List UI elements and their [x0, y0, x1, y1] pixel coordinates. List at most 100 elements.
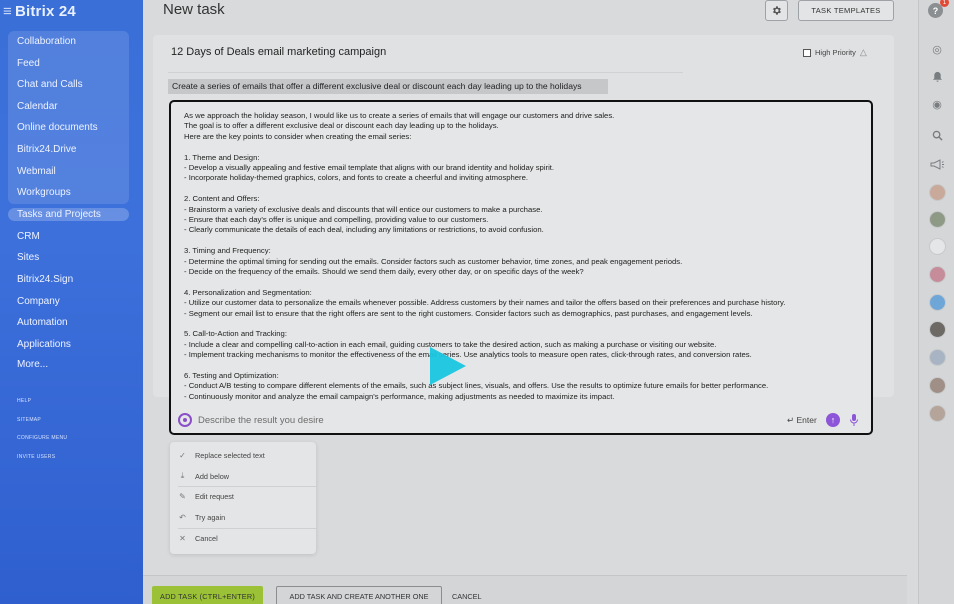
title-divider — [168, 72, 683, 73]
undo-icon: ↶ — [179, 513, 186, 522]
sidebar-item-chat[interactable]: Chat and Calls — [17, 79, 83, 90]
sidebar-item-applications[interactable]: Applications — [17, 339, 71, 350]
ai-generated-text[interactable]: As we approach the holiday season, I wou… — [184, 111, 869, 402]
ai-text-line: - Incorporate holiday-themed graphics, c… — [184, 173, 528, 183]
ai-text-line: The goal is to offer a different exclusi… — [184, 121, 499, 131]
sidebar-link-configure-menu[interactable]: CONFIGURE MENU — [17, 435, 67, 441]
high-priority-toggle[interactable]: High Priority △ — [803, 47, 867, 58]
avatar[interactable] — [929, 294, 946, 311]
ai-action-menu: ✓ Replace selected text ⤓ Add below ✎ Ed… — [170, 442, 316, 554]
ai-text-line: - Decide on the frequency of the emails.… — [184, 267, 584, 277]
ai-text-line: 4. Personalization and Segmentation: — [184, 287, 312, 297]
ai-text-line: - Determine the optimal timing for sendi… — [184, 256, 683, 266]
avatar[interactable] — [929, 321, 946, 338]
page-title: New task — [163, 1, 225, 18]
high-priority-checkbox[interactable] — [803, 48, 811, 57]
avatar[interactable] — [929, 405, 946, 422]
sidebar-item-company[interactable]: Company — [17, 296, 60, 307]
send-button[interactable]: ↑ — [826, 413, 840, 427]
app-logo[interactable]: ≡ Bitrix 24 — [3, 3, 76, 20]
menu-item-cancel[interactable]: ✕ Cancel — [178, 534, 218, 543]
help-label: ? — [932, 5, 939, 16]
ai-text-line: 6. Testing and Optimization: — [184, 371, 279, 381]
menu-item-label: Replace selected text — [195, 451, 265, 460]
add-another-task-button[interactable]: ADD TASK AND CREATE ANOTHER ONE — [276, 586, 442, 604]
avatar[interactable] — [929, 349, 946, 366]
ai-text-line: 1. Theme and Design: — [184, 152, 260, 162]
ai-text-line: - Continuously monitor and analyze the e… — [184, 391, 615, 401]
selected-text[interactable]: Create a series of emails that offer a d… — [168, 79, 608, 94]
copilot-rail-icon[interactable]: ◎ — [930, 42, 944, 56]
sidebar-item-workgroups[interactable]: Workgroups — [17, 187, 71, 198]
sidebar-link-sitemap[interactable]: SITEMAP — [17, 417, 41, 423]
sidebar-item-sites[interactable]: Sites — [17, 252, 39, 263]
check-icon: ✓ — [179, 451, 186, 460]
insert-below-icon: ⤓ — [180, 471, 185, 480]
sidebar-item-crm[interactable]: CRM — [17, 231, 40, 242]
search-icon[interactable] — [930, 128, 944, 142]
menu-icon[interactable]: ≡ — [3, 3, 12, 20]
sidebar-item-more[interactable]: More... — [17, 359, 48, 370]
sidebar-item-sign[interactable]: Bitrix24.Sign — [17, 274, 73, 285]
ai-text-line: - Implement tracking mechanisms to monit… — [184, 350, 752, 360]
menu-divider — [178, 528, 316, 529]
sidebar-link-invite-users[interactable]: INVITE USERS — [17, 454, 55, 460]
right-rail: ◎ ◉ — [918, 0, 954, 604]
sidebar-item-webmail[interactable]: Webmail — [17, 166, 56, 177]
copilot-icon — [178, 413, 192, 427]
ai-text-line: - Conduct A/B testing to compare differe… — [184, 381, 769, 391]
ai-text-line: - Brainstorm a variety of exclusive deal… — [184, 204, 543, 214]
menu-item-add-below[interactable]: ⤓ Add below — [178, 471, 229, 481]
ai-text-line: 2. Content and Offers: — [184, 194, 260, 204]
app-logo-text: Bitrix 24 — [14, 3, 76, 20]
ai-prompt-input[interactable] — [198, 412, 698, 428]
return-icon: ↵ — [787, 415, 795, 425]
ai-text-line: - Clearly communicate the details of eac… — [184, 225, 544, 235]
task-templates-button[interactable]: TASK TEMPLATES — [798, 0, 894, 21]
menu-divider — [178, 486, 316, 487]
high-priority-label: High Priority — [815, 48, 856, 57]
chat-icon[interactable]: ◉ — [930, 97, 944, 111]
ai-text-line: As we approach the holiday season, I wou… — [184, 111, 615, 120]
ai-text-line: 5. Call-to-Action and Tracking: — [184, 329, 287, 339]
avatar[interactable] — [929, 211, 946, 228]
sidebar-link-help[interactable]: HELP — [17, 398, 31, 404]
enter-hint-label: Enter — [796, 415, 817, 425]
menu-item-label: Try again — [195, 513, 226, 522]
microphone-icon — [850, 414, 858, 426]
menu-item-replace[interactable]: ✓ Replace selected text — [178, 451, 265, 460]
close-icon: ✕ — [179, 534, 186, 543]
sidebar-item-drive[interactable]: Bitrix24.Drive — [17, 144, 76, 155]
avatar[interactable] — [929, 266, 946, 283]
add-task-button[interactable]: ADD TASK (CTRL+ENTER) — [152, 586, 263, 604]
bell-icon[interactable] — [930, 69, 944, 83]
gear-icon — [773, 6, 781, 15]
ai-text-line: - Segment our email list to ensure that … — [184, 308, 753, 318]
pencil-icon: ✎ — [179, 492, 186, 501]
menu-item-try-again[interactable]: ↶ Try again — [178, 513, 225, 522]
ai-text-line: 3. Timing and Frequency: — [184, 246, 271, 256]
menu-item-label: Add below — [195, 471, 230, 481]
sidebar-item-calendar[interactable]: Calendar — [17, 101, 58, 112]
sidebar-item-tasks[interactable]: Tasks and Projects — [17, 209, 101, 220]
sidebar-item-collaboration[interactable]: Collaboration — [17, 36, 76, 47]
megaphone-icon[interactable] — [930, 157, 944, 171]
settings-button[interactable] — [765, 0, 788, 21]
arrow-up-icon: ↑ — [830, 415, 836, 425]
microphone-button[interactable] — [849, 413, 859, 427]
menu-item-edit-request[interactable]: ✎ Edit request — [178, 492, 234, 501]
ai-copilot-panel: As we approach the holiday season, I wou… — [169, 100, 873, 435]
avatar[interactable] — [929, 184, 946, 201]
avatar[interactable] — [929, 377, 946, 394]
sidebar-item-online-documents[interactable]: Online documents — [17, 122, 98, 133]
avatar[interactable] — [929, 238, 946, 255]
ai-text-line: - Utilize our customer data to personali… — [184, 298, 786, 308]
cancel-link[interactable]: CANCEL — [452, 592, 482, 601]
task-title-field[interactable]: 12 Days of Deals email marketing campaig… — [171, 46, 386, 58]
sidebar-item-automation[interactable]: Automation — [17, 317, 68, 328]
sidebar-item-feed[interactable]: Feed — [17, 58, 40, 69]
